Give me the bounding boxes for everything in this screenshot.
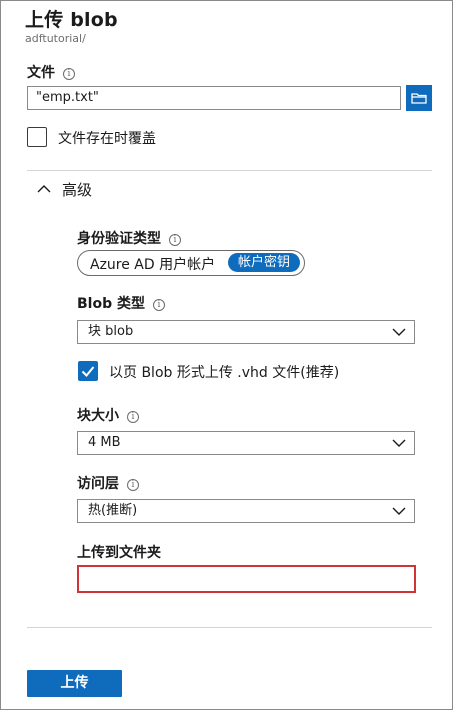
info-icon[interactable]: i [127,479,139,491]
divider [27,170,432,171]
chevron-up-icon [37,185,51,193]
info-icon[interactable]: i [152,299,165,311]
access-tier-label-row: 访问层 i [77,473,139,493]
upload-button[interactable]: 上传 [27,670,122,697]
upload-folder-label: 上传到文件夹 [77,545,161,561]
access-tier-value: 热(推断) [88,503,138,518]
chevron-down-icon [392,439,406,447]
info-icon[interactable]: i [63,68,75,80]
auth-option-account-key[interactable]: 帐户密钥 [228,253,300,272]
folder-icon [411,93,427,104]
chevron-down-icon [392,328,406,336]
overwrite-label: 文件存在时覆盖 [58,131,156,147]
vhd-page-blob-checkbox[interactable] [78,361,98,381]
access-tier-select[interactable]: 热(推断) [77,499,415,523]
blob-type-select[interactable]: 块 blob [77,320,415,344]
block-size-value: 4 MB [88,435,121,450]
file-label: 文件 [27,65,55,81]
file-path-input[interactable]: "emp.txt" [27,86,401,110]
blob-type-label-row: Blob 类型 i [77,293,165,313]
info-icon[interactable]: i [127,411,139,423]
auth-option-azure-ad[interactable]: Azure AD 用户帐户 [90,254,215,274]
info-icon[interactable]: i [169,234,181,246]
file-label-row: 文件 i [27,62,75,82]
container-path: adftutorial/ [25,32,86,45]
checkmark-icon [81,366,95,377]
advanced-label: 高级 [62,181,93,199]
overwrite-checkbox[interactable] [27,127,47,147]
divider [27,627,432,628]
block-size-select[interactable]: 4 MB [77,431,415,455]
browse-files-button[interactable] [406,85,432,111]
auth-type-label: 身份验证类型 [77,231,161,247]
access-tier-label: 访问层 [77,476,119,492]
panel-title: 上传 blob [25,9,118,31]
auth-type-toggle: Azure AD 用户帐户 帐户密钥 [77,250,305,276]
block-size-label-row: 块大小 i [77,405,139,425]
advanced-section-toggle[interactable]: 高级 [37,179,92,200]
blob-type-label: Blob 类型 [77,296,145,312]
upload-folder-input[interactable] [77,565,416,593]
chevron-down-icon [392,507,406,515]
upload-blob-panel: 上传 blob adftutorial/ 文件 i "emp.txt" 文件存在时… [0,0,453,710]
blob-type-value: 块 blob [88,324,134,339]
auth-type-label-row: 身份验证类型 i [77,228,181,248]
vhd-page-blob-label: 以页 Blob 形式上传 .vhd 文件(推荐) [109,365,340,381]
block-size-label: 块大小 [77,408,119,424]
